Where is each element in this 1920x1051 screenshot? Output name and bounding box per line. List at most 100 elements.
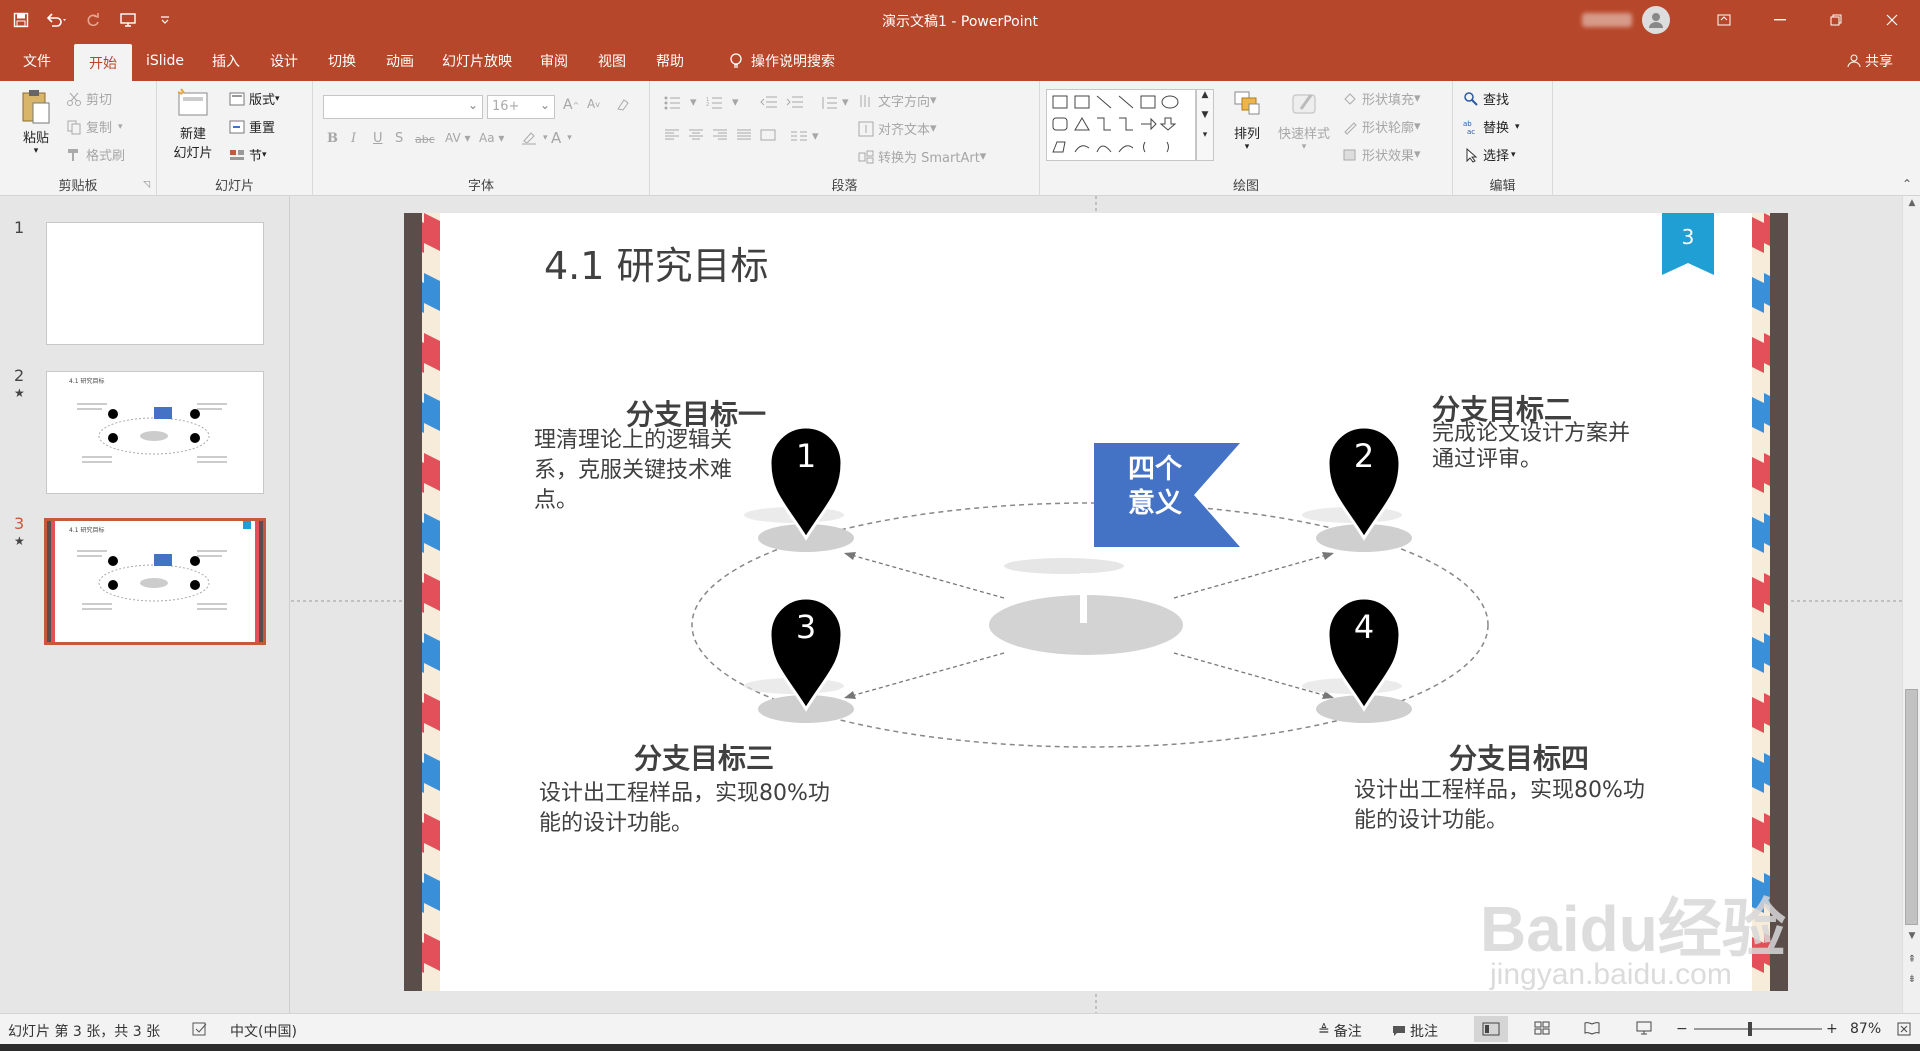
text-direction-button[interactable]: 文字方向 ▾: [858, 91, 937, 110]
scroll-down-icon[interactable]: ▼: [1903, 931, 1920, 941]
change-case-icon[interactable]: Aa ▾: [479, 131, 504, 145]
find-button[interactable]: 查找: [1463, 89, 1509, 108]
columns-icon[interactable]: ▾: [790, 129, 819, 144]
reading-view-icon[interactable]: [1584, 1021, 1600, 1035]
previous-slide-icon[interactable]: ⇞: [1903, 954, 1920, 965]
tab-transitions[interactable]: 切换: [316, 40, 368, 81]
tab-design[interactable]: 设计: [258, 40, 310, 81]
select-button[interactable]: 选择 ▾: [1463, 145, 1516, 164]
slide-thumbnail-1[interactable]: [46, 222, 264, 345]
slide-canvas[interactable]: 4.1 研究目标 3 四个 意义 1 2 3 4 分支目标一 理清理论上的逻辑关…: [404, 213, 1788, 991]
customize-qat-icon[interactable]: [150, 5, 180, 35]
next-slide-icon[interactable]: ⇟: [1903, 974, 1920, 985]
scroll-thumb[interactable]: [1905, 689, 1918, 925]
char-spacing-icon[interactable]: AV ▾: [445, 131, 471, 145]
align-center-icon[interactable]: [688, 129, 708, 141]
fit-to-window-icon[interactable]: [1896, 1021, 1912, 1037]
paste-button[interactable]: 粘贴 ▾: [14, 89, 58, 169]
bold-icon[interactable]: B: [327, 131, 338, 146]
tab-insert[interactable]: 插入: [200, 40, 252, 81]
copy-button[interactable]: 复制 ▾: [66, 117, 123, 136]
redo-icon[interactable]: [78, 5, 108, 35]
replace-button[interactable]: ab ac 替换 ▾: [1463, 117, 1520, 137]
strikethrough-icon[interactable]: abc: [415, 133, 435, 146]
goal-4-text[interactable]: 设计出工程样品，实现80%功 能的设计功能。: [1354, 776, 1645, 836]
notes-button[interactable]: ≜ 备注: [1318, 1021, 1362, 1041]
decrease-indent-icon[interactable]: [760, 95, 782, 109]
slide-thumbnail-2[interactable]: 4.1 研究目标: [46, 371, 264, 494]
start-slideshow-icon[interactable]: [114, 5, 144, 35]
restore-icon[interactable]: [1808, 0, 1864, 40]
section-button[interactable]: 节 ▾: [229, 145, 267, 164]
align-left-icon[interactable]: [664, 129, 684, 141]
new-slide-button[interactable]: 新建 幻灯片: [165, 87, 221, 171]
goal-2-text[interactable]: 完成论文设计方案并 通过评审。: [1432, 421, 1630, 473]
align-text-button[interactable]: 对齐文本 ▾: [858, 119, 937, 138]
arrange-button[interactable]: 排列 ▾: [1224, 89, 1270, 169]
tab-review[interactable]: 审阅: [528, 40, 580, 81]
collapse-ribbon-icon[interactable]: ⌃: [1902, 177, 1912, 191]
convert-smartart-button[interactable]: 转换为 SmartArt ▾: [858, 147, 986, 166]
clear-formatting-icon[interactable]: [615, 97, 635, 113]
slide-title[interactable]: 4.1 研究目标: [544, 235, 769, 290]
language-indicator[interactable]: 中文(中国): [230, 1021, 297, 1041]
italic-icon[interactable]: I: [351, 131, 356, 146]
layout-button[interactable]: 版式 ▾: [229, 89, 280, 108]
ribbon-display-options-icon[interactable]: [1696, 0, 1752, 40]
save-icon[interactable]: [6, 5, 36, 35]
minimize-icon[interactable]: [1752, 0, 1808, 40]
slide-thumbnail-3[interactable]: 4.1 研究目标: [44, 518, 266, 645]
zoom-slider-thumb[interactable]: [1748, 1022, 1752, 1036]
font-name-combo[interactable]: ⌄: [323, 95, 483, 119]
goal-3-text[interactable]: 设计出工程样品，实现80%功 能的设计功能。: [539, 779, 830, 839]
scroll-up-icon[interactable]: ▲: [1903, 198, 1920, 208]
vertical-scrollbar[interactable]: ▲ ▼ ⇞ ⇟: [1902, 196, 1920, 1013]
font-color-icon[interactable]: A ▾: [551, 129, 572, 147]
highlight-icon[interactable]: ▾: [521, 131, 548, 145]
normal-view-button[interactable]: [1474, 1016, 1508, 1042]
zoom-slider[interactable]: [1694, 1022, 1822, 1036]
underline-icon[interactable]: U: [373, 131, 383, 146]
goal-1-text[interactable]: 理清理论上的逻辑关 系，克服关键技术难 点。: [534, 426, 732, 516]
goal-3-title[interactable]: 分支目标三: [634, 737, 774, 777]
undo-icon[interactable]: [42, 5, 72, 35]
align-right-icon[interactable]: [712, 129, 732, 141]
spellcheck-icon[interactable]: [192, 1021, 208, 1037]
shadow-icon[interactable]: S: [395, 131, 403, 146]
numbering-icon[interactable]: 1 2 ▾: [706, 95, 739, 110]
tab-view[interactable]: 视图: [586, 40, 638, 81]
reset-button[interactable]: 重置: [229, 117, 275, 136]
shapes-scroll[interactable]: ▲ ▼ ▾: [1196, 89, 1214, 161]
avatar[interactable]: [1642, 6, 1670, 34]
shapes-gallery[interactable]: [1046, 89, 1196, 161]
zoom-out-icon[interactable]: −: [1676, 1021, 1688, 1037]
grow-font-icon[interactable]: A ^: [563, 97, 579, 113]
bullets-icon[interactable]: ▾: [664, 95, 697, 110]
flag-text[interactable]: 四个 意义: [1128, 453, 1182, 521]
tell-me-search[interactable]: 操作说明搜索: [712, 40, 852, 81]
slide-sorter-icon[interactable]: [1534, 1021, 1550, 1035]
zoom-in-icon[interactable]: +: [1826, 1021, 1838, 1037]
slide-counter[interactable]: 幻灯片 第 3 张，共 3 张: [8, 1021, 160, 1041]
quick-styles-button[interactable]: 快速样式 ▾: [1272, 89, 1336, 169]
format-painter-button[interactable]: 格式刷: [66, 145, 125, 164]
increase-indent-icon[interactable]: [786, 95, 808, 109]
font-size-combo[interactable]: 16+ ⌄: [487, 95, 555, 119]
tab-file[interactable]: 文件: [10, 40, 64, 81]
share-button[interactable]: 共享: [1830, 40, 1910, 81]
comments-button[interactable]: 批注: [1392, 1021, 1438, 1041]
shape-fill-button[interactable]: 形状填充 ▾: [1342, 89, 1421, 108]
shape-effects-button[interactable]: 形状效果 ▾: [1342, 145, 1421, 164]
shape-outline-button[interactable]: 形状轮廓 ▾: [1342, 117, 1421, 136]
distribute-icon[interactable]: [760, 129, 780, 141]
tab-islide[interactable]: iSlide: [136, 40, 194, 81]
goal-4-title[interactable]: 分支目标四: [1449, 737, 1589, 777]
dialog-launcher-icon[interactable]: ◹: [143, 180, 150, 190]
shrink-font-icon[interactable]: Av: [587, 97, 600, 111]
tab-slideshow[interactable]: 幻灯片放映: [432, 40, 522, 81]
tab-help[interactable]: 帮助: [644, 40, 696, 81]
cut-button[interactable]: 剪切: [66, 89, 112, 108]
tab-animations[interactable]: 动画: [374, 40, 426, 81]
zoom-level[interactable]: 87%: [1850, 1021, 1881, 1037]
close-icon[interactable]: [1864, 0, 1920, 40]
